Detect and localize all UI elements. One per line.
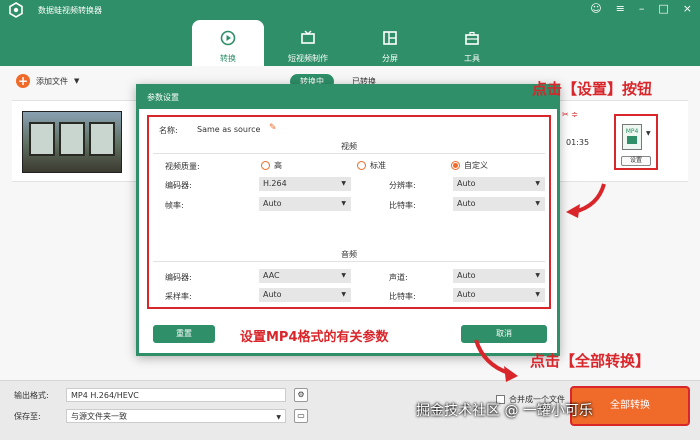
arrow-head <box>566 204 580 218</box>
watermark: 掘金技术社区 @ 一罐小可乐 <box>416 403 593 419</box>
annotation-arrows <box>474 183 606 382</box>
arrow-head <box>504 366 518 382</box>
